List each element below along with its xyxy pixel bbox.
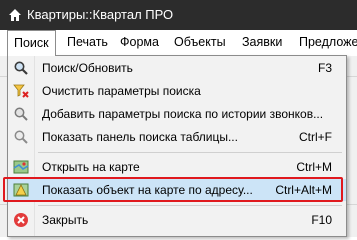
menu-offers[interactable]: Предложен [293,30,357,55]
menu-item-shortcut: Ctrl+M [296,160,332,174]
menu-item-clear-search[interactable]: Очистить параметры поиска [8,80,346,102]
menu-print[interactable]: Печать [61,30,114,55]
menu-item-add-call-history[interactable]: Добавить параметры поиска по истории зво… [8,103,346,125]
house-icon [9,9,21,21]
menu-bar: Поиск Печать Форма Объекты Заявки Предло… [0,30,357,57]
history-icon [14,107,28,121]
menu-separator [38,152,342,153]
magnifier-icon [14,61,28,75]
menu-form[interactable]: Форма [114,30,165,55]
menu-item-open-map[interactable]: Открыть на карте Ctrl+M [8,156,346,178]
menu-item-label: Очистить параметры поиска [42,84,201,98]
search-dropdown-menu: Поиск/Обновить F3 Очистить параметры пои… [7,55,347,237]
menu-item-close[interactable]: Закрыть F10 [8,209,346,231]
search-panel-icon [14,130,28,144]
menu-item-label: Открыть на карте [42,160,140,174]
menu-item-label: Показать панель поиска таблицы... [42,130,238,144]
menu-requests[interactable]: Заявки [236,30,288,55]
menu-item-label: Закрыть [42,213,89,227]
title-bar: Квартиры::Квартал ПРО [0,0,357,30]
menu-item-shortcut: Ctrl+F [299,130,332,144]
menu-separator [38,205,342,206]
window-title: Квартиры::Квартал ПРО [27,7,174,22]
menu-item-shortcut: F3 [317,61,332,75]
close-icon [14,213,28,227]
menu-search[interactable]: Поиск [7,30,56,56]
menu-item-label: Добавить параметры поиска по истории зво… [42,107,324,121]
menu-item-search-refresh[interactable]: Поиск/Обновить F3 [8,57,346,79]
menu-item-table-search-panel[interactable]: Показать панель поиска таблицы... Ctrl+F [8,126,346,148]
clear-filter-icon [13,84,29,98]
menu-item-shortcut: F10 [311,213,332,227]
menu-item-label: Поиск/Обновить [42,61,133,75]
menu-objects[interactable]: Объекты [168,30,232,55]
annotation-highlight-box [3,177,343,202]
map-icon [13,160,29,174]
